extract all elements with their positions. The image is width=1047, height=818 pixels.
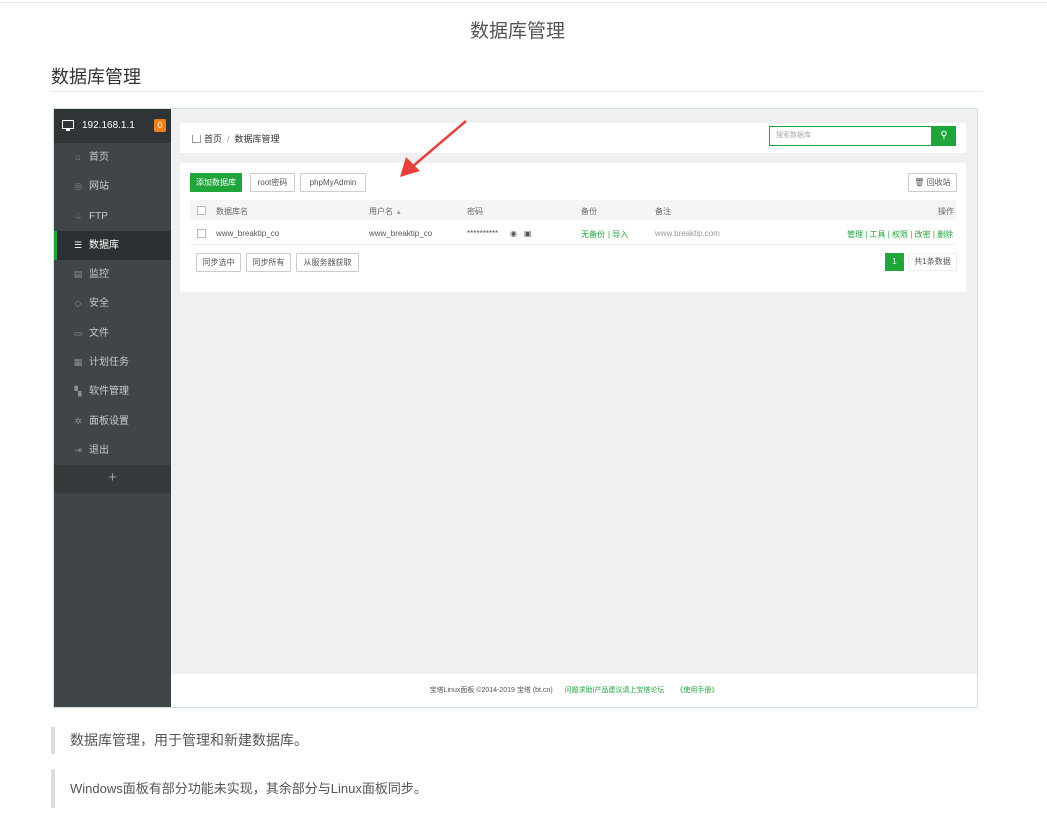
gear-icon: ✲ [74, 415, 82, 426]
eye-icon[interactable]: ◉ [510, 229, 517, 238]
monitor-icon [62, 120, 74, 131]
sidebar-item-website[interactable]: ◎ 网站 [54, 172, 171, 201]
phpmyadmin-button[interactable]: phpMyAdmin [300, 173, 366, 192]
manual-link[interactable]: 《使用手册》 [676, 687, 718, 694]
manage-link[interactable]: 管理 [847, 230, 863, 239]
tools-link[interactable]: 工具 [870, 230, 886, 239]
col-backup: 备份 [581, 207, 597, 216]
breadcrumb: 首页 / 数据库管理 [192, 132, 280, 145]
home-icon [192, 135, 201, 143]
sidebar-item-ftp[interactable]: ♤ FTP [54, 202, 171, 231]
note-windows-panel: Windows面板有部分功能未实现，其余部分与Linux面板同步。 [51, 769, 1000, 808]
root-password-button[interactable]: root密码 [250, 173, 295, 192]
breadcrumb-current: 数据库管理 [234, 134, 280, 144]
sync-selected-button[interactable]: 同步选中 [196, 253, 241, 272]
sidebar-item-settings[interactable]: ✲ 面板设置 [54, 407, 171, 436]
col-password: 密码 [467, 207, 483, 216]
logout-icon: ⇥ [74, 444, 82, 455]
backup-link[interactable]: 无备份 [581, 229, 605, 240]
import-link[interactable]: | 导入 [608, 229, 628, 240]
recycle-bin-button[interactable]: 🗑 回收站 [908, 173, 957, 192]
database-panel: 添加数据库 root密码 phpMyAdmin 🗑 回收站 数据库名 用户名 ▲… [180, 163, 966, 292]
sidebar-item-database[interactable]: ☰ 数据库 [54, 230, 171, 261]
shield-icon: ◇ [74, 298, 82, 309]
ftp-icon: ♤ [73, 210, 83, 221]
forum-link[interactable]: 问题求助|产品建议请上宝塔论坛 [565, 687, 665, 694]
sidebar-item-security[interactable]: ◇ 安全 [54, 289, 171, 318]
top-divider [0, 2, 1047, 3]
section-heading: 数据库管理 [51, 67, 141, 87]
table-row: www_breaktip_co www_breaktip_co ********… [190, 222, 956, 245]
monitor-icon: ▤ [73, 269, 83, 280]
col-ops: 操作 [938, 207, 954, 216]
server-ip: 192.168.1.1 [82, 120, 135, 131]
sidebar-item-cron[interactable]: ▦ 计划任务 [54, 348, 171, 377]
col-name: 数据库名 [216, 207, 248, 216]
database-icon: ☰ [73, 239, 83, 250]
search-input[interactable]: 搜索数据库 [769, 126, 932, 146]
sidebar-item-monitor[interactable]: ▤ 监控 [54, 260, 171, 289]
db-password: ********** [467, 229, 499, 238]
sidebar-item-logout[interactable]: ⇥ 退出 [54, 436, 171, 465]
breadcrumb-bar: 首页 / 数据库管理 搜索数据库 ⚲ [180, 123, 966, 153]
panel-screenshot: 192.168.1.1 0 ⌂ 首页 ◎ 网站 ♤ FTP ☰ 数据库 ▤ 监控 ◇ 安全 … [53, 108, 978, 708]
home-icon: ⌂ [75, 152, 81, 162]
sidebar-item-files[interactable]: ▭ 文件 [54, 319, 171, 348]
add-database-button[interactable]: 添加数据库 [190, 173, 242, 192]
annotation-arrow-icon [400, 120, 467, 177]
col-user[interactable]: 用户名 ▲ [369, 206, 402, 217]
breadcrumb-home[interactable]: 首页 [204, 134, 222, 144]
sidebar-item-home[interactable]: ⌂ 首页 [54, 143, 171, 172]
breadcrumb-separator: / [227, 134, 230, 144]
globe-icon: ◎ [74, 181, 82, 192]
page-number[interactable]: 1 [885, 253, 904, 271]
sidebar-item-software[interactable]: ▚ 软件管理 [54, 377, 171, 406]
note-database-management: 数据库管理，用于管理和新建数据库。 [51, 727, 1000, 754]
footer-copyright: 宝塔Linux面板 ©2014-2019 宝塔 (bt.cn) [429, 687, 553, 694]
table-header: 数据库名 用户名 ▲ 密码 备份 备注 操作 [190, 200, 956, 220]
server-header[interactable]: 192.168.1.1 0 [54, 109, 171, 143]
select-all-checkbox[interactable] [197, 206, 206, 215]
panel-footer: 宝塔Linux面板 ©2014-2019 宝塔 (bt.cn) 问题求助|产品建… [171, 674, 977, 707]
trash-icon: 🗑 [914, 178, 925, 187]
col-note: 备注 [655, 207, 671, 216]
db-note[interactable]: www.breaktip.com [655, 229, 720, 238]
row-actions: 管理 | 工具 | 权限 | 改密 | 删除 [847, 230, 954, 239]
delete-link[interactable]: 删除 [937, 230, 953, 239]
folder-icon: ▭ [73, 327, 83, 338]
sync-all-button[interactable]: 同步所有 [246, 253, 291, 272]
db-user: www_breaktip_co [369, 229, 433, 238]
copy-icon[interactable]: ▣ [524, 229, 532, 238]
change-password-link[interactable]: 改密 [915, 230, 931, 239]
notification-badge[interactable]: 0 [154, 119, 166, 132]
sidebar: 192.168.1.1 0 ⌂ 首页 ◎ 网站 ♤ FTP ☰ 数据库 ▤ 监控 ◇ 安全 … [54, 109, 171, 707]
permission-link[interactable]: 权限 [892, 230, 908, 239]
page-title: 数据库管理 [469, 21, 565, 42]
grid-icon: ▚ [74, 386, 82, 397]
section-divider [51, 91, 982, 92]
db-name: www_breaktip_co [216, 229, 280, 238]
search-icon[interactable]: ⚲ [932, 126, 956, 146]
row-checkbox[interactable] [197, 229, 206, 238]
fetch-from-server-button[interactable]: 从服务器获取 [296, 253, 359, 272]
pagination-total: 共1条数据 [908, 253, 957, 271]
add-shortcut-button[interactable]: + [54, 465, 171, 494]
sort-icon[interactable]: ▲ [395, 209, 402, 216]
main-content: 首页 / 数据库管理 搜索数据库 ⚲ 添加数据库 root密码 phpMyAdmin… [171, 109, 977, 707]
calendar-icon: ▦ [73, 357, 83, 368]
